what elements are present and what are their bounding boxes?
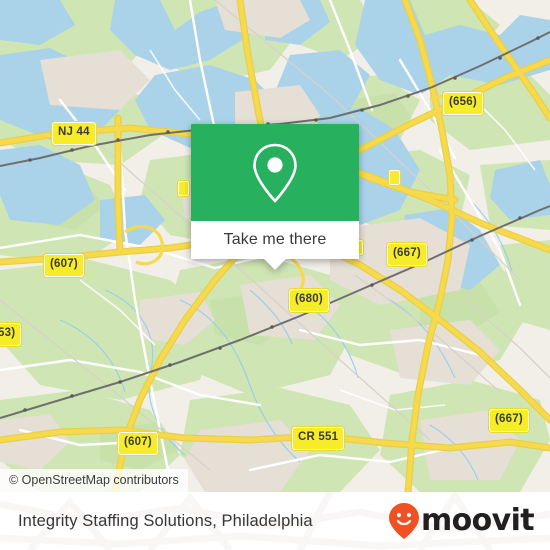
road-shield-marker <box>388 169 401 186</box>
road-shield: (607) <box>117 431 159 456</box>
callout-header <box>191 124 359 221</box>
road-shield: (680) <box>288 288 330 313</box>
moovit-wordmark: moovit <box>420 503 535 538</box>
moovit-map-screenshot: NJ 44 (656) (607) (667) (680) 53) (607) CR 551 (… <box>0 0 550 550</box>
road-shield: (607) <box>43 253 85 278</box>
callout-pointer-tail <box>264 259 286 270</box>
map-viewport[interactable]: NJ 44 (656) (607) (667) (680) 53) (607) CR 551 (… <box>0 0 550 492</box>
moovit-logo[interactable]: moovit <box>388 502 535 540</box>
moovit-smiley-pin-icon <box>388 503 419 539</box>
footer-bar: Integrity Staffing Solutions, Philadelph… <box>0 492 550 550</box>
road-shield: (667) <box>488 408 530 433</box>
map-pin-icon <box>253 143 297 203</box>
road-shield: 53) <box>0 322 23 347</box>
road-shield: CR 551 <box>290 426 346 451</box>
callout-footer[interactable]: Take me there <box>191 221 359 270</box>
place-title: Integrity Staffing Solutions, Philadelph… <box>18 511 313 530</box>
take-me-there-label: Take me there <box>223 231 327 248</box>
location-callout-card[interactable]: Take me there <box>191 124 359 270</box>
osm-attribution[interactable]: © OpenStreetMap contributors <box>0 469 188 492</box>
road-shield: (656) <box>442 91 484 116</box>
road-shield: NJ 44 <box>51 121 97 146</box>
road-shield-marker <box>177 180 190 197</box>
road-shield: (667) <box>386 242 428 267</box>
